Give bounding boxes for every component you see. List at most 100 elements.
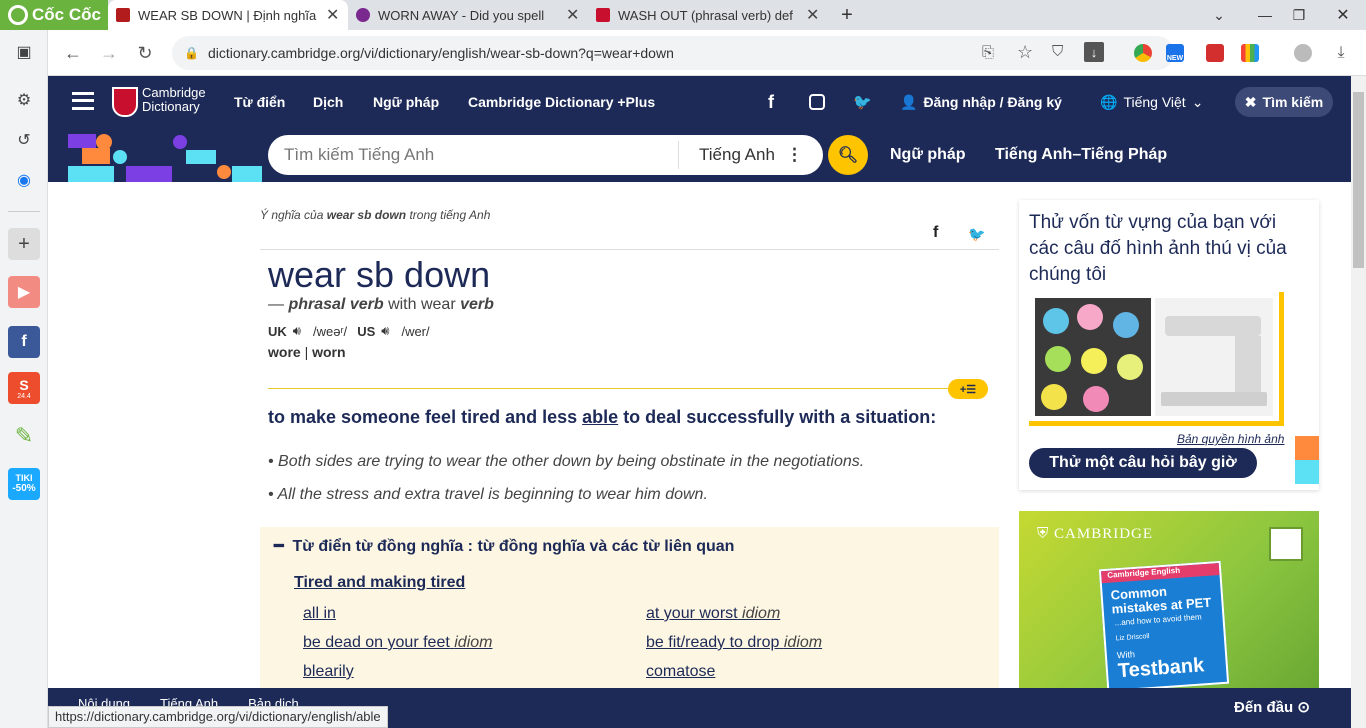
facebook-icon[interactable]: f <box>768 76 774 128</box>
image-credit-link[interactable]: Bản quyền hình ảnh <box>1177 432 1284 446</box>
hamburger-menu-icon[interactable] <box>72 92 94 110</box>
breadcrumb: Ý nghĩa của wear sb down trong tiếng Anh <box>260 208 491 222</box>
share-twitter-icon[interactable]: 🐦 <box>968 226 985 243</box>
advertisement[interactable]: ⛨ CAMBRIDGE Cambridge English Common mis… <box>1019 511 1319 693</box>
language-select[interactable]: 🌐 Tiếng Việt ⌄ <box>1100 76 1203 128</box>
quiz-image-frame[interactable] <box>1029 292 1284 426</box>
instagram-icon[interactable] <box>809 76 825 128</box>
thesaurus-item[interactable]: be fit/ready to drop idiom <box>646 634 822 652</box>
color-extension-icon[interactable] <box>1241 44 1259 62</box>
thesaurus-toggle[interactable]: ━ Từ điển từ đồng nghĩa : từ đồng nghĩa … <box>274 536 734 556</box>
red-extension-icon[interactable] <box>1206 44 1224 62</box>
cambridge-favicon-icon <box>116 8 130 22</box>
close-icon[interactable]: ✕ <box>566 5 579 25</box>
nav-dictionary[interactable]: Từ điển <box>234 76 285 128</box>
nav-plus[interactable]: Cambridge Dictionary +Plus <box>468 76 655 128</box>
forward-button[interactable]: → <box>94 38 124 68</box>
site-header: Cambridge Dictionary Từ điển Dịch Ngữ phá… <box>48 76 1351 128</box>
ad-badge-icon <box>1269 527 1303 561</box>
tab-wear-sb-down[interactable]: WEAR SB DOWN | Định nghĩa ✕ <box>108 0 348 30</box>
tab-wash-out[interactable]: WASH OUT (phrasal verb) def ✕ <box>588 0 832 30</box>
coccoc-logo[interactable]: Cốc Cốc <box>0 0 108 30</box>
maximize-button[interactable]: ❐ <box>1276 0 1322 30</box>
spelling-favicon-icon <box>356 8 370 22</box>
facebook-icon[interactable]: f <box>8 326 40 358</box>
search-toggle-button[interactable]: ✖ Tìm kiếm <box>1235 87 1333 117</box>
scrollbar-thumb[interactable] <box>1353 92 1364 268</box>
brand-logo[interactable]: Cambridge Dictionary <box>142 86 206 114</box>
shield-icon[interactable]: ⛉ <box>1052 43 1063 60</box>
paint-palette-image <box>1035 298 1151 416</box>
link-grammar[interactable]: Ngữ pháp <box>890 128 966 182</box>
main-content: Ý nghĩa của wear sb down trong tiếng Anh… <box>48 182 1351 693</box>
search-icon: 🔍︎ <box>837 147 859 164</box>
nav-grammar[interactable]: Ngữ pháp <box>373 76 439 128</box>
reload-button[interactable]: ↻ <box>130 38 160 68</box>
decorative-block <box>1295 436 1319 460</box>
messenger-icon[interactable]: ◉ <box>8 164 40 196</box>
arrow-up-icon: ⊙ <box>1297 699 1310 716</box>
coccoc-green-icon[interactable]: ✎ <box>8 420 40 452</box>
lock-icon: 🔒 <box>184 46 199 60</box>
sidebar-divider <box>8 211 40 212</box>
nav-translate[interactable]: Dịch <box>313 76 343 128</box>
globe-icon: 🌐 <box>1100 93 1118 110</box>
settings-icon[interactable]: ⚙ <box>8 84 40 116</box>
browser-sidebar: ▣ ⚙ ↺ ◉ + ▶ f S 24.4 ✎ TIKI -50% <box>0 30 48 728</box>
thesaurus-item[interactable]: at your worst idiom <box>646 605 780 623</box>
definition: to make someone feel tired and less able… <box>268 407 937 427</box>
try-quiz-button[interactable]: Thử một câu hỏi bây giờ <box>1029 448 1257 478</box>
add-to-wordlist-button[interactable]: +☰ <box>948 379 988 399</box>
url-field[interactable]: 🔒 dictionary.cambridge.org/vi/dictionary… <box>172 36 1174 70</box>
shopee-icon[interactable]: S 24.4 <box>8 372 40 404</box>
search-button[interactable]: 🔍︎ <box>828 135 868 175</box>
sewing-machine-image <box>1155 298 1273 416</box>
link-english-french[interactable]: Tiếng Anh–Tiếng Pháp <box>995 128 1167 182</box>
search-input[interactable]: Tìm kiếm Tiếng Anh Tiếng Anh ⋮ <box>268 135 823 175</box>
thesaurus-item[interactable]: be dead on your feet idiom <box>303 634 492 652</box>
download-page-icon[interactable]: ↓ <box>1084 42 1104 62</box>
tiki-icon[interactable]: TIKI -50% <box>8 468 40 500</box>
close-icon: ✖ <box>1244 93 1257 110</box>
thesaurus-item[interactable]: blearily <box>303 663 354 681</box>
bookmark-star-icon[interactable]: ☆ <box>1017 42 1033 63</box>
tab-bar: Cốc Cốc WEAR SB DOWN | Định nghĩa ✕ WORN… <box>0 0 1366 30</box>
thesaurus-item[interactable]: comatose <box>646 663 715 681</box>
profile-avatar[interactable] <box>1294 44 1312 62</box>
twitter-icon[interactable]: 🐦 <box>853 76 872 128</box>
downloads-icon[interactable]: ⤓ <box>1326 38 1356 68</box>
verb-forms: wore | worn <box>268 344 346 360</box>
translate-icon[interactable]: ⎘ <box>982 44 994 61</box>
thesaurus-item[interactable]: all in <box>303 605 336 623</box>
us-audio-speaker-icon[interactable]: 🔊︎ <box>381 323 389 339</box>
thesaurus-group[interactable]: Tired and making tired <box>294 574 465 592</box>
share-facebook-icon[interactable]: f <box>933 224 938 242</box>
decorative-pattern <box>68 134 262 182</box>
back-button[interactable]: ← <box>58 38 88 68</box>
definition-link-able[interactable]: able <box>582 407 618 427</box>
pos-line: — phrasal verb with wear verb <box>268 296 494 313</box>
close-window-button[interactable]: ✕ <box>1320 0 1366 30</box>
ad-brand: ⛨ CAMBRIDGE <box>1037 526 1154 542</box>
add-app-icon[interactable]: + <box>8 228 40 260</box>
more-options-icon[interactable]: ⋮ <box>786 145 803 165</box>
sidebar-toggle-icon[interactable]: ▣ <box>8 36 40 68</box>
chrome-extension-icon[interactable] <box>1134 44 1152 62</box>
new-tab-button[interactable]: + <box>832 0 862 30</box>
pronunciation: UK 🔊︎ /weəʳ/ US 🔊︎ /wer/ <box>268 323 430 339</box>
history-icon[interactable]: ↺ <box>8 124 40 156</box>
coccoc-icon <box>8 5 28 25</box>
close-icon[interactable]: ✕ <box>326 5 339 25</box>
back-to-top-button[interactable]: Đến đầu ⊙ <box>1234 698 1310 716</box>
dictionary-select[interactable]: Tiếng Anh <box>679 145 775 165</box>
login-link[interactable]: 👤 Đăng nhập / Đăng ký <box>900 76 1062 128</box>
new-badge-extension-icon[interactable]: NEW <box>1166 44 1184 62</box>
youtube-icon[interactable]: ▶ <box>8 276 40 308</box>
tab-search-icon[interactable]: ⌄ <box>1196 0 1242 30</box>
uk-audio-speaker-icon[interactable]: 🔊︎ <box>293 323 301 339</box>
brand-name: Cốc Cốc <box>32 5 101 24</box>
decorative-block <box>1295 460 1319 484</box>
ad-book-image: Cambridge English Common mistakes at PET… <box>1098 560 1230 693</box>
close-icon[interactable]: ✕ <box>806 5 819 25</box>
tab-worn-away[interactable]: WORN AWAY - Did you spell ✕ <box>348 0 588 30</box>
